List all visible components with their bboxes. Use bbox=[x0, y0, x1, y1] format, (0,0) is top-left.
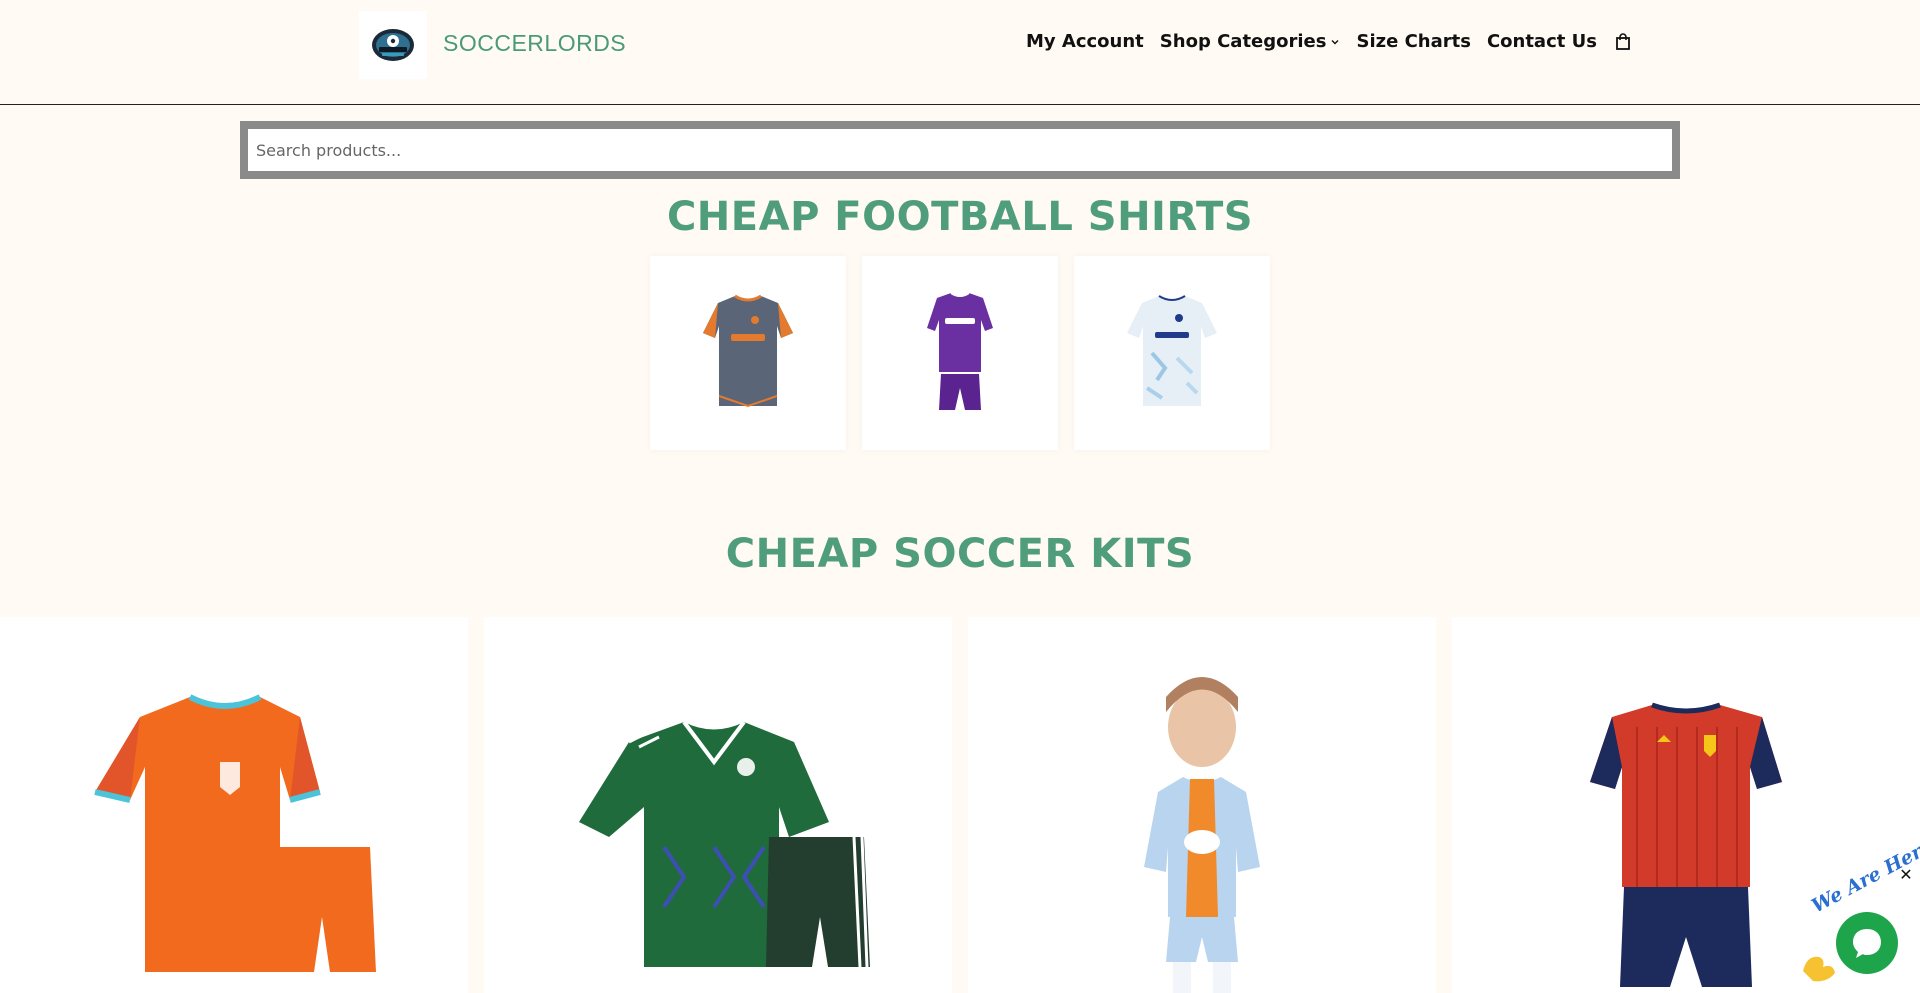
product-card-kit[interactable] bbox=[484, 617, 952, 993]
brand-name[interactable]: SOCCERLORDS bbox=[443, 30, 626, 57]
nav-my-account[interactable]: My Account bbox=[1026, 31, 1144, 52]
site-header: SOCCERLORDS My Account Shop Categories S… bbox=[0, 0, 1920, 105]
product-image-purple-kit bbox=[927, 292, 993, 410]
nav-label: Contact Us bbox=[1486, 31, 1597, 52]
section-title-kits: CHEAP SOCCER KITS bbox=[725, 531, 1195, 577]
nav-label: Size Charts bbox=[1356, 31, 1471, 52]
nav-contact-us[interactable]: Contact Us bbox=[1487, 31, 1597, 52]
chevron-down-icon bbox=[1331, 39, 1339, 44]
shopping-bag-icon[interactable] bbox=[1615, 32, 1631, 51]
nav-size-charts[interactable]: Size Charts bbox=[1356, 31, 1470, 52]
section-title-shirts: CHEAP FOOTBALL SHIRTS bbox=[666, 194, 1254, 240]
chat-bubble-icon bbox=[1853, 929, 1881, 958]
product-image-light-blue-pattern-shirt bbox=[1127, 295, 1217, 406]
product-card-shirt[interactable] bbox=[650, 256, 846, 450]
product-image-green-kit bbox=[579, 720, 870, 968]
search-input[interactable] bbox=[248, 129, 1672, 171]
nav-label: My Account bbox=[1026, 31, 1144, 52]
main-nav: My Account Shop Categories Size Charts C… bbox=[1026, 31, 1631, 52]
product-card-kit[interactable] bbox=[968, 617, 1436, 993]
product-card-kit[interactable] bbox=[0, 617, 468, 993]
chat-launcher-button[interactable] bbox=[1836, 912, 1898, 974]
product-card-shirt[interactable] bbox=[1074, 256, 1270, 450]
site-logo[interactable] bbox=[359, 11, 427, 79]
soccerlords-crest-logo bbox=[372, 29, 414, 61]
product-image-child-blue-orange-kit bbox=[1144, 677, 1260, 993]
search-bar bbox=[240, 121, 1680, 179]
nav-shop-categories[interactable]: Shop Categories bbox=[1160, 31, 1341, 52]
product-card-shirt[interactable] bbox=[862, 256, 1058, 450]
nav-label: Shop Categories bbox=[1159, 31, 1327, 52]
product-image-grey-orange-shirt bbox=[703, 294, 793, 408]
product-image-orange-kit bbox=[94, 694, 376, 972]
